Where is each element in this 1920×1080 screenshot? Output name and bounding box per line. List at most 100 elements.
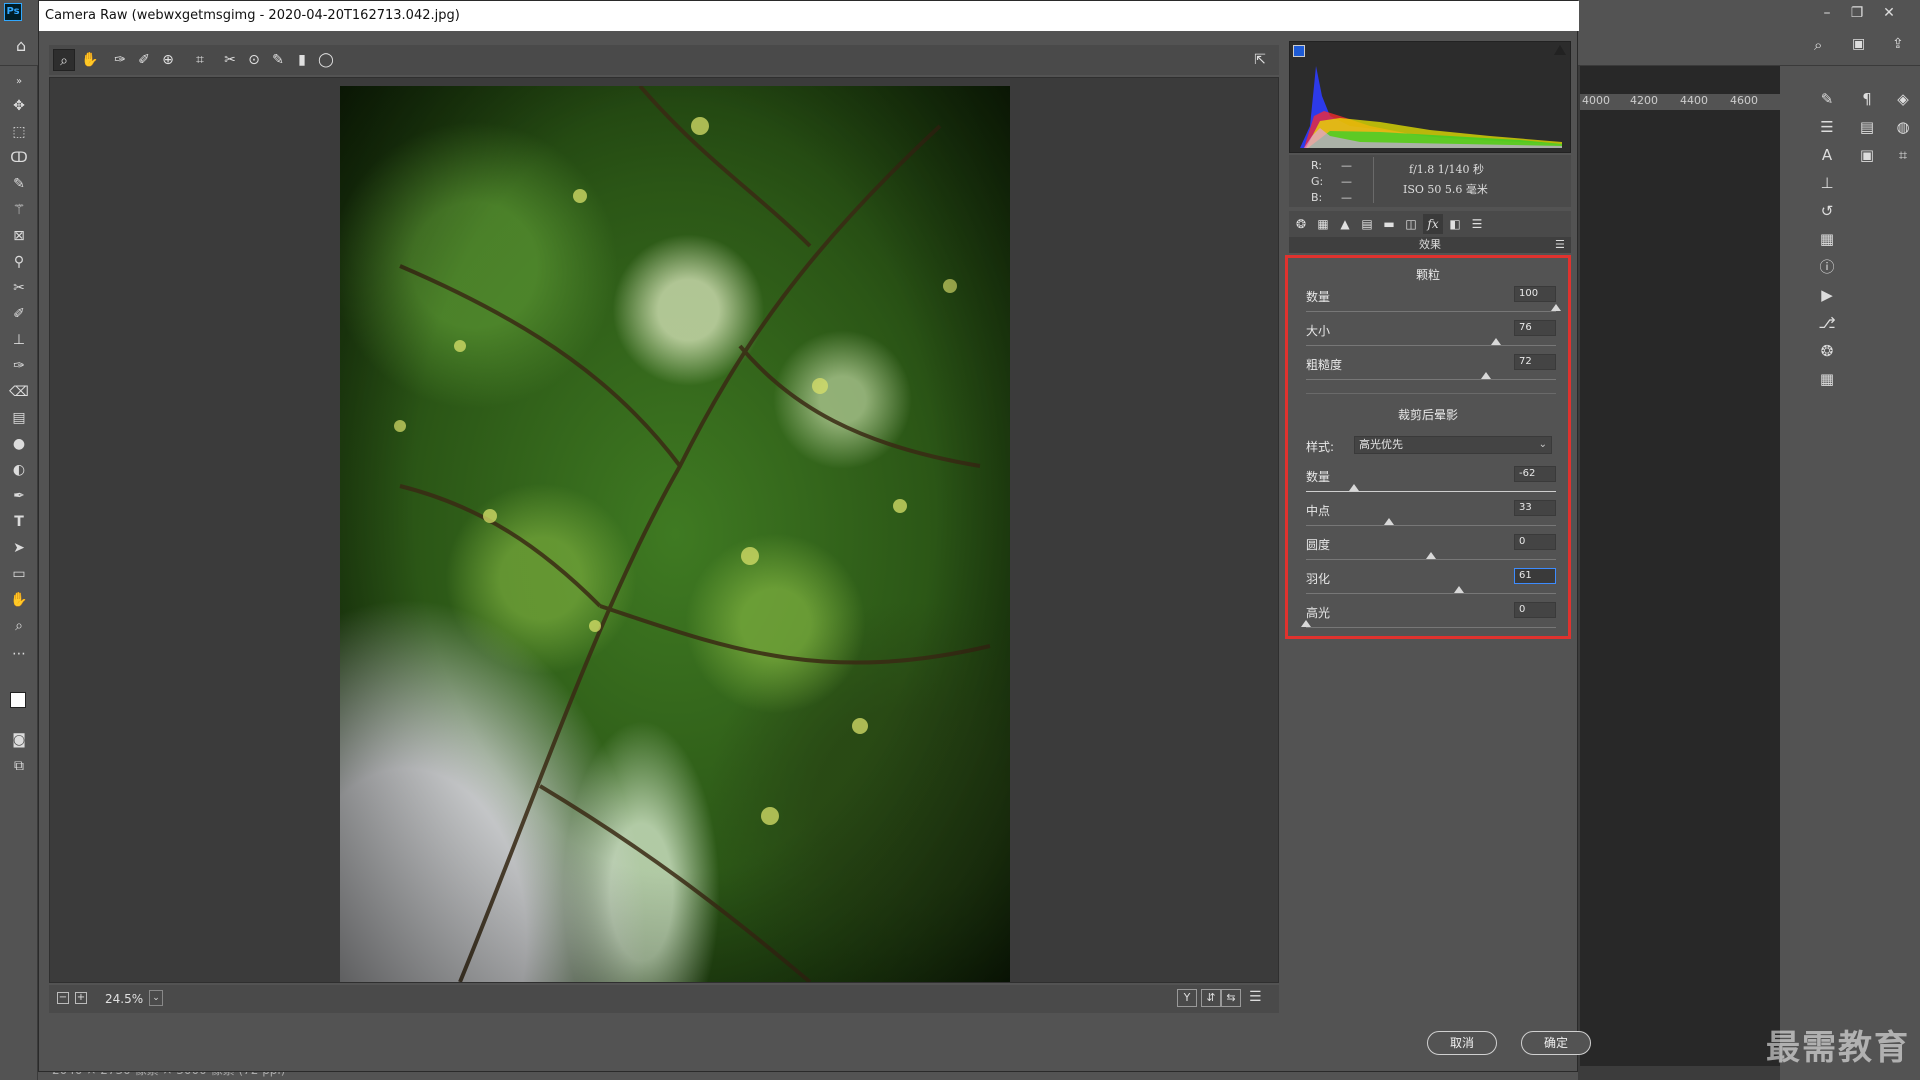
white-balance-icon[interactable]: ✑ bbox=[109, 49, 131, 71]
libraries-icon[interactable]: ▦ bbox=[1816, 228, 1838, 250]
zoom-dropdown-icon[interactable]: ⌄ bbox=[149, 990, 163, 1006]
vignette-feather-input[interactable]: 61 bbox=[1514, 568, 1556, 584]
eyedropper-icon[interactable]: ⚲ bbox=[8, 252, 30, 272]
quick-mask-icon[interactable]: ◙ bbox=[8, 730, 30, 750]
swap-settings-button[interactable]: ⇵ bbox=[1201, 989, 1221, 1007]
radial-filter-icon[interactable]: ◯ bbox=[315, 49, 337, 71]
vignette-highlights-slider[interactable] bbox=[1306, 627, 1556, 628]
vignette-feather-slider[interactable] bbox=[1306, 593, 1556, 594]
foreground-color-swatch[interactable] bbox=[10, 692, 26, 708]
path-select-icon[interactable]: ➤ bbox=[8, 538, 30, 558]
vignette-midpoint-input[interactable]: 33 bbox=[1514, 500, 1556, 516]
vignette-midpoint-slider[interactable] bbox=[1306, 525, 1556, 526]
tab-effects-icon[interactable]: fx bbox=[1423, 214, 1443, 234]
workspace-icon[interactable]: ▣ bbox=[1852, 36, 1865, 52]
gradient-icon[interactable]: ▤ bbox=[8, 408, 30, 428]
channels-icon[interactable]: ▤ bbox=[1856, 116, 1878, 138]
panel-menu-icon[interactable]: ☰ bbox=[1555, 238, 1565, 251]
tab-calibration-icon[interactable]: ◧ bbox=[1445, 214, 1465, 234]
vignette-highlights-thumb[interactable] bbox=[1301, 620, 1311, 627]
paragraph-icon[interactable]: ¶ bbox=[1856, 88, 1878, 110]
grain-roughness-slider[interactable] bbox=[1306, 379, 1556, 380]
target-adjust-icon[interactable]: ⊕ bbox=[157, 49, 179, 71]
copy-settings-button[interactable]: ⇆ bbox=[1221, 989, 1241, 1007]
crop-tool-icon[interactable]: ⌗ bbox=[189, 49, 211, 71]
tab-split-toning-icon[interactable]: ▬ bbox=[1379, 214, 1399, 234]
paths-icon[interactable]: ◍ bbox=[1892, 116, 1914, 138]
rectangle-tool-icon[interactable]: ▭ bbox=[8, 564, 30, 584]
brush-tool-icon[interactable]: ✐ bbox=[8, 304, 30, 324]
spot-removal-icon[interactable]: ✂ bbox=[219, 49, 241, 71]
frame-tool-icon[interactable]: ⊠ bbox=[8, 226, 30, 246]
tab-tone-curve-icon[interactable]: ▦ bbox=[1313, 214, 1333, 234]
type-tool-icon[interactable]: T bbox=[8, 512, 30, 532]
tab-basic-icon[interactable]: ❂ bbox=[1291, 214, 1311, 234]
tab-presets-icon[interactable]: ☰ bbox=[1467, 214, 1487, 234]
grain-roughness-thumb[interactable] bbox=[1481, 372, 1491, 379]
grain-roughness-input[interactable]: 72 bbox=[1514, 354, 1556, 370]
grain-size-slider[interactable] bbox=[1306, 345, 1556, 346]
table-icon[interactable]: ▦ bbox=[1816, 368, 1838, 390]
color-sampler-icon[interactable]: ✐ bbox=[133, 49, 155, 71]
hand-tool-icon[interactable]: ✋ bbox=[79, 49, 101, 71]
vignette-midpoint-thumb[interactable] bbox=[1383, 518, 1394, 525]
zoom-in-button[interactable]: + bbox=[75, 992, 87, 1004]
vignette-roundness-slider[interactable] bbox=[1306, 559, 1556, 560]
magic-wand-icon[interactable]: ⚚ bbox=[8, 200, 30, 220]
zoom-tool-icon[interactable]: ⌕ bbox=[8, 616, 30, 636]
character-icon[interactable]: A bbox=[1816, 144, 1838, 166]
vignette-amount-slider[interactable] bbox=[1306, 491, 1556, 492]
search-icon[interactable]: ⌕ bbox=[1814, 36, 1822, 54]
3d-icon[interactable]: ❂ bbox=[1816, 340, 1838, 362]
adjustment-brush-icon[interactable]: ✎ bbox=[267, 49, 289, 71]
move-tool-icon[interactable]: ✥ bbox=[8, 96, 30, 116]
cancel-button[interactable]: 取消 bbox=[1427, 1031, 1497, 1055]
pen-tool-icon[interactable]: ✒ bbox=[8, 486, 30, 506]
tab-lens-icon[interactable]: ◫ bbox=[1401, 214, 1421, 234]
history-icon[interactable]: ↺ bbox=[1816, 200, 1838, 222]
grain-amount-thumb[interactable] bbox=[1551, 304, 1561, 311]
quick-select-icon[interactable]: ✎ bbox=[8, 174, 30, 194]
zoom-tool-icon[interactable]: ⌕ bbox=[53, 49, 75, 71]
vignette-amount-thumb[interactable] bbox=[1348, 484, 1359, 491]
brush-settings-icon[interactable]: ✎ bbox=[1816, 88, 1838, 110]
minimize-icon[interactable]: – bbox=[1812, 2, 1842, 24]
more-tools-icon[interactable]: ⋯ bbox=[8, 644, 30, 664]
vignette-amount-input[interactable]: -62 bbox=[1514, 466, 1556, 482]
hand-tool-icon[interactable]: ✋ bbox=[8, 590, 30, 610]
eraser-icon[interactable]: ⌫ bbox=[8, 382, 30, 402]
grain-amount-input[interactable]: 100 bbox=[1514, 286, 1556, 302]
tab-detail-icon[interactable]: ▲ bbox=[1335, 214, 1355, 234]
restore-icon[interactable]: ❐ bbox=[1842, 2, 1872, 24]
adjustments-icon[interactable]: ☰ bbox=[1816, 116, 1838, 138]
vignette-roundness-thumb[interactable] bbox=[1426, 552, 1436, 559]
highlight-clipping-icon[interactable] bbox=[1554, 45, 1566, 55]
vignette-feather-thumb[interactable] bbox=[1453, 586, 1464, 593]
info-icon[interactable]: ⓘ bbox=[1816, 256, 1838, 278]
zoom-out-button[interactable]: − bbox=[57, 992, 69, 1004]
share-icon[interactable]: ⇪ bbox=[1892, 36, 1904, 52]
stamp-tool-icon[interactable]: ⊥ bbox=[8, 330, 30, 350]
layers-icon[interactable]: ◈ bbox=[1892, 88, 1914, 110]
before-after-toggle[interactable]: Y bbox=[1177, 989, 1197, 1007]
tab-hsl-icon[interactable]: ▤ bbox=[1357, 214, 1377, 234]
home-icon[interactable]: ⌂ bbox=[16, 36, 26, 55]
measurement-icon[interactable]: ⎇ bbox=[1816, 312, 1838, 334]
red-eye-icon[interactable]: ⊙ bbox=[243, 49, 265, 71]
notes-icon[interactable]: ▣ bbox=[1856, 144, 1878, 166]
lasso-tool-icon[interactable]: ↀ bbox=[8, 148, 30, 168]
vignette-roundness-input[interactable]: 0 bbox=[1514, 534, 1556, 550]
dodge-icon[interactable]: ◐ bbox=[8, 460, 30, 480]
close-icon[interactable]: ✕ bbox=[1874, 2, 1904, 24]
actions-icon[interactable]: ▶ bbox=[1816, 284, 1838, 306]
graduated-filter-icon[interactable]: ▮ bbox=[291, 49, 313, 71]
clone-source-icon[interactable]: ⊥ bbox=[1816, 172, 1838, 194]
blur-icon[interactable]: ● bbox=[8, 434, 30, 454]
healing-icon[interactable]: ✂ bbox=[8, 278, 30, 298]
vignette-highlights-input[interactable]: 0 bbox=[1514, 602, 1556, 618]
grain-size-thumb[interactable] bbox=[1491, 338, 1501, 345]
marquee-tool-icon[interactable]: ⬚ bbox=[8, 122, 30, 142]
vignette-style-select[interactable]: 高光优先 ⌄ bbox=[1354, 436, 1552, 454]
properties-icon[interactable]: ⌗ bbox=[1892, 144, 1914, 166]
preview-preferences-icon[interactable]: ☰ bbox=[1249, 989, 1262, 1005]
